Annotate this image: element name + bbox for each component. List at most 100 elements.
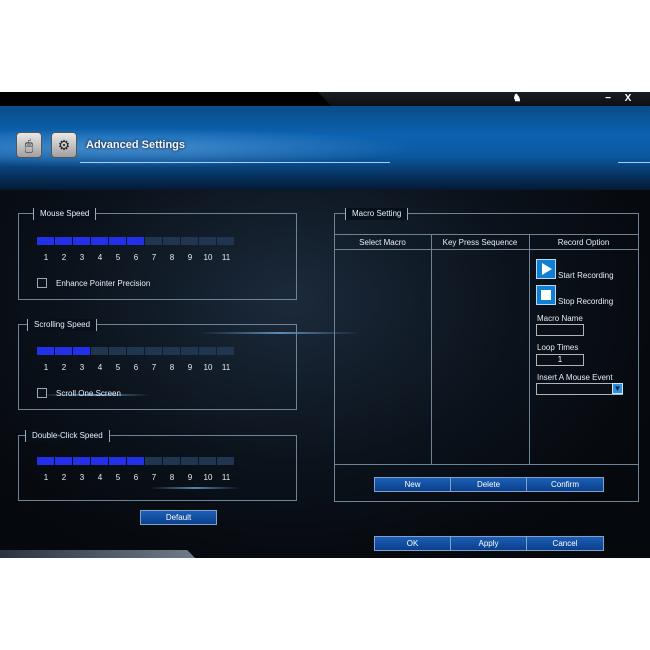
key-press-sequence-list[interactable]: [432, 250, 529, 464]
speed-tick-label: 1: [43, 363, 49, 372]
window-bottom-accent: [0, 550, 195, 558]
scroll-one-screen-checkbox[interactable]: [37, 388, 47, 398]
speed-tick-label: 11: [221, 363, 231, 372]
macro-table-header: Select Macro Key Press Sequence Record O…: [334, 234, 638, 250]
speed-segment[interactable]: [163, 237, 180, 245]
col-record-option: Record Option: [557, 238, 610, 247]
minimize-button[interactable]: −: [598, 92, 618, 106]
settings-tab-button[interactable]: ⚙: [51, 132, 77, 158]
speed-segment[interactable]: [145, 457, 162, 465]
speed-tick-label: 5: [115, 253, 121, 262]
mouse-speed-ticks: 1 2 3 4 5 6 7 8 9 10 11: [37, 253, 235, 262]
speed-segment[interactable]: [181, 237, 198, 245]
speed-segment[interactable]: [181, 347, 198, 355]
double-click-speed-title: Double-Click Speed: [25, 430, 110, 442]
speed-segment[interactable]: [217, 347, 234, 355]
speed-tick-label: 4: [97, 253, 103, 262]
speed-tick-label: 7: [151, 253, 157, 262]
ok-button[interactable]: OK: [374, 536, 451, 551]
speed-segment[interactable]: [91, 347, 108, 355]
loop-times-input[interactable]: 1: [536, 354, 584, 366]
speed-tick-label: 11: [221, 253, 231, 262]
gear-icon: ⚙: [57, 136, 71, 153]
speed-segment[interactable]: [127, 457, 144, 465]
speed-segment[interactable]: [217, 237, 234, 245]
speed-tick-label: 1: [43, 253, 49, 262]
speed-segment[interactable]: [55, 237, 72, 245]
speed-segment[interactable]: [127, 237, 144, 245]
speed-segment[interactable]: [181, 457, 198, 465]
cancel-button[interactable]: Cancel: [526, 536, 604, 551]
header-banner: 🖱 ⚙ Advanced Settings: [0, 106, 650, 190]
confirm-macro-button[interactable]: Confirm: [526, 477, 604, 492]
new-macro-button[interactable]: New: [374, 477, 451, 492]
speed-tick-label: 8: [169, 473, 175, 482]
speed-segment[interactable]: [55, 457, 72, 465]
speed-segment[interactable]: [145, 237, 162, 245]
speed-tick-label: 6: [133, 253, 139, 262]
scrolling-speed-ticks: 1 2 3 4 5 6 7 8 9 10 11: [37, 363, 235, 372]
scrolling-speed-title: Scrolling Speed: [27, 319, 98, 331]
speed-tick-label: 3: [79, 363, 85, 372]
speed-segment[interactable]: [73, 237, 90, 245]
speed-segment[interactable]: [163, 347, 180, 355]
speed-segment[interactable]: [109, 457, 126, 465]
speed-tick-label: 5: [115, 363, 121, 372]
speed-tick-label: 11: [221, 473, 231, 482]
speed-tick-label: 7: [151, 363, 157, 372]
mouse-speed-slider[interactable]: [37, 237, 234, 245]
speed-segment[interactable]: [217, 457, 234, 465]
speed-segment[interactable]: [37, 347, 54, 355]
speed-segment[interactable]: [109, 347, 126, 355]
enhance-pointer-precision-label: Enhance Pointer Precision: [56, 279, 151, 288]
speed-tick-label: 2: [61, 363, 67, 372]
speed-segment[interactable]: [163, 457, 180, 465]
header-line-right: [618, 162, 650, 163]
speed-segment[interactable]: [37, 457, 54, 465]
apply-button[interactable]: Apply: [450, 536, 527, 551]
double-click-speed-slider[interactable]: [37, 457, 234, 465]
loop-times-label: Loop Times: [537, 343, 579, 352]
speed-segment[interactable]: [199, 347, 216, 355]
speed-segment[interactable]: [199, 457, 216, 465]
speed-segment[interactable]: [145, 347, 162, 355]
speed-segment[interactable]: [91, 457, 108, 465]
speed-segment[interactable]: [127, 347, 144, 355]
default-button[interactable]: Default: [140, 510, 217, 525]
macro-name-label: Macro Name: [537, 314, 583, 323]
mouse-tab-button[interactable]: 🖱: [16, 132, 42, 158]
speed-segment[interactable]: [109, 237, 126, 245]
close-button[interactable]: X: [618, 92, 638, 106]
mouse-icon: 🖱: [24, 136, 34, 153]
speed-tick-label: 9: [187, 253, 193, 262]
speed-tick-label: 6: [133, 363, 139, 372]
speed-segment[interactable]: [55, 347, 72, 355]
speed-tick-label: 7: [151, 473, 157, 482]
speed-segment[interactable]: [91, 237, 108, 245]
speed-tick-label: 9: [187, 473, 193, 482]
dropdown-arrow-button[interactable]: ▼: [612, 383, 623, 394]
double-click-speed-ticks: 1 2 3 4 5 6 7 8 9 10 11: [37, 473, 235, 482]
column-divider: [529, 234, 530, 465]
scrolling-speed-slider[interactable]: [37, 347, 234, 355]
stop-recording-button[interactable]: [536, 285, 556, 305]
speed-tick-label: 2: [61, 473, 67, 482]
speed-tick-label: 6: [133, 473, 139, 482]
macro-setting-title: Macro Setting: [345, 208, 409, 220]
select-macro-list[interactable]: [335, 250, 431, 464]
page-title: Advanced Settings: [86, 139, 186, 151]
speed-tick-label: 10: [203, 253, 213, 262]
speed-segment[interactable]: [37, 237, 54, 245]
delete-macro-button[interactable]: Delete: [450, 477, 527, 492]
speed-segment[interactable]: [199, 237, 216, 245]
table-bottom-divider: [334, 464, 638, 465]
macro-name-input[interactable]: [536, 324, 584, 336]
speed-segment[interactable]: [73, 457, 90, 465]
insert-mouse-event-dropdown[interactable]: [536, 383, 623, 395]
enhance-pointer-precision-checkbox[interactable]: [37, 278, 47, 288]
scroll-one-screen-label: Scroll One Screen: [56, 389, 121, 398]
speed-tick-label: 4: [97, 473, 103, 482]
speed-segment[interactable]: [73, 347, 90, 355]
app-logo-icon: ♞: [512, 93, 522, 104]
start-recording-button[interactable]: [536, 259, 556, 279]
